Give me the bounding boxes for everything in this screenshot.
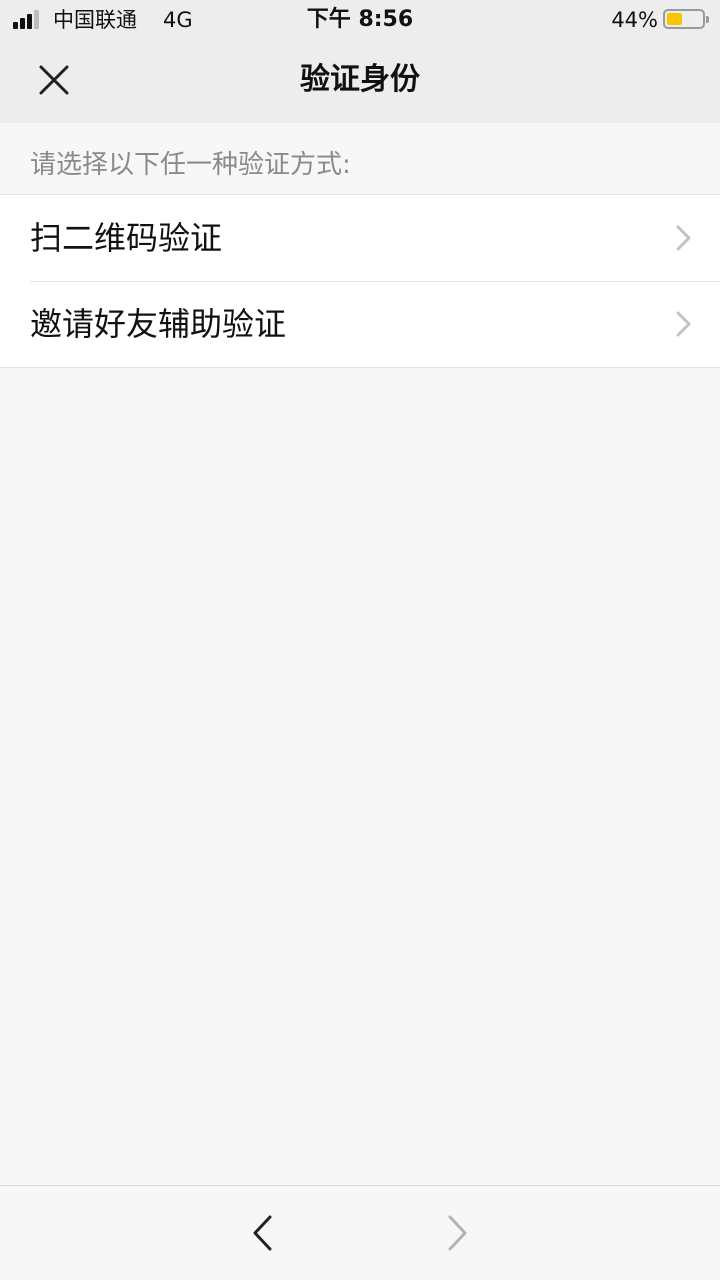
screen: 中国联通 4G 下午 8:56 44% 验证身份 请选择以下任一种验证方式: 扫… bbox=[0, 0, 720, 1280]
chevron-right-icon bbox=[676, 311, 691, 337]
option-scan-qr-code[interactable]: 扫二维码验证 bbox=[0, 195, 720, 281]
status-bar: 中国联通 4G 下午 8:56 44% bbox=[0, 0, 720, 40]
battery-icon bbox=[663, 9, 709, 29]
chevron-right-icon bbox=[676, 225, 691, 251]
chevron-left-icon bbox=[253, 1215, 272, 1251]
instruction-text: 请选择以下任一种验证方式: bbox=[30, 150, 351, 180]
battery-fill bbox=[667, 13, 682, 25]
nav-bar: 验证身份 bbox=[0, 40, 720, 123]
battery-percent: 44% bbox=[611, 8, 658, 32]
page-title: 验证身份 bbox=[300, 62, 420, 97]
option-invite-friend[interactable]: 邀请好友辅助验证 bbox=[0, 281, 720, 367]
chevron-right-icon bbox=[448, 1215, 467, 1251]
back-button[interactable] bbox=[241, 1211, 285, 1255]
verification-options-list: 扫二维码验证 邀请好友辅助验证 bbox=[0, 194, 720, 368]
bottom-toolbar bbox=[0, 1185, 720, 1280]
option-label: 扫二维码验证 bbox=[30, 219, 223, 257]
forward-button[interactable] bbox=[435, 1211, 479, 1255]
option-label: 邀请好友辅助验证 bbox=[30, 305, 287, 343]
